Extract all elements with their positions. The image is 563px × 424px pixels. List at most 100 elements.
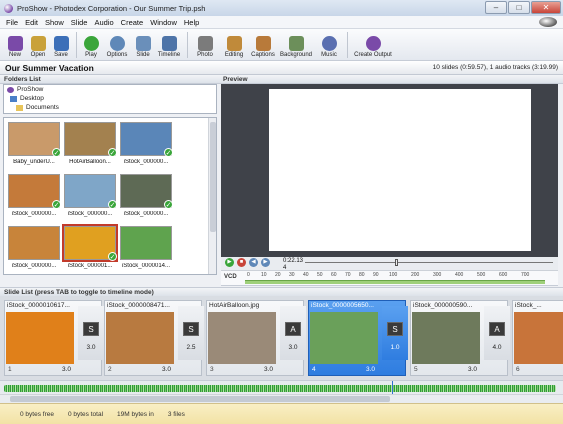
ruler-tick: 60: [331, 272, 337, 278]
previous-icon[interactable]: ◀: [249, 258, 258, 267]
ruler-tick: 10: [261, 272, 267, 278]
transition-item[interactable]: S 3.0: [78, 306, 104, 360]
transition-item[interactable]: A 3.0: [280, 306, 306, 360]
close-button[interactable]: ✕: [531, 1, 561, 14]
menu-window[interactable]: Window: [150, 18, 177, 27]
thumbnail-selected[interactable]: ✓ iStock_000001...: [62, 224, 118, 269]
check-icon: ✓: [52, 148, 61, 157]
transition-item[interactable]: S 2.5: [178, 306, 204, 360]
thumbnail[interactable]: ✓ Baby_underU...: [8, 122, 61, 165]
slide-label: Slide: [136, 52, 150, 58]
minimize-button[interactable]: –: [485, 1, 507, 14]
open-label: Open: [30, 52, 46, 58]
background-button[interactable]: Background: [278, 36, 314, 60]
save-disk-icon: [53, 36, 69, 51]
scrollbar-thumb[interactable]: [210, 122, 216, 232]
output-format-label: VCD: [224, 274, 237, 280]
new-button[interactable]: New: [4, 36, 26, 60]
thumbnail[interactable]: ✓ iStock_000000...: [120, 122, 173, 165]
position-slider[interactable]: [305, 259, 553, 266]
thumbnail-image: [8, 226, 60, 260]
options-button[interactable]: Options: [103, 36, 131, 60]
folder-desktop[interactable]: Desktop: [4, 94, 216, 103]
slide-duration: 3.0: [365, 366, 375, 373]
transition-duration: 3.0: [86, 344, 96, 351]
menu-edit[interactable]: Edit: [25, 18, 38, 27]
thumbnail[interactable]: ✓ iStock_000000...: [120, 174, 173, 217]
save-button[interactable]: Save: [50, 36, 72, 60]
folder-label: Documents: [26, 104, 59, 111]
audio-track[interactable]: [0, 380, 563, 395]
ruler-tick: 40: [303, 272, 309, 278]
folder-proshow[interactable]: ProShow: [4, 85, 216, 94]
captions-button[interactable]: Captions: [249, 36, 277, 60]
toolbar-separator: [187, 32, 188, 58]
menu-file[interactable]: File: [6, 18, 18, 27]
ruler-tick: 100: [389, 272, 398, 278]
transition-icon: A: [489, 322, 505, 336]
window-controls: – □ ✕: [484, 1, 561, 14]
timeline-button[interactable]: Timeline: [155, 36, 183, 60]
stop-icon[interactable]: ■: [237, 258, 246, 267]
create-output-button[interactable]: Create Output: [351, 36, 395, 60]
music-button[interactable]: Music: [315, 36, 343, 60]
slide-button[interactable]: Slide: [132, 36, 154, 60]
ruler-tick: 30: [289, 272, 295, 278]
window-title: ProShow - Photodex Corporation - Our Sum…: [17, 3, 206, 13]
slide-number: 6: [516, 366, 520, 373]
thumbnails-scrollbar[interactable]: [208, 118, 216, 274]
thumbnail-image: ✓: [64, 174, 117, 209]
slider-knob[interactable]: [395, 259, 398, 266]
editing-icon: [226, 36, 242, 51]
scrollbar-thumb[interactable]: [10, 396, 390, 402]
photo-button[interactable]: Photo: [191, 36, 219, 60]
menu-help[interactable]: Help: [184, 18, 199, 27]
slide-number: 2: [108, 366, 112, 373]
thumbnail-name: HotAirBalloon...: [69, 159, 111, 165]
play-icon[interactable]: ▶: [225, 258, 234, 267]
slide-duration: 3.0: [61, 366, 71, 373]
thumbnail-name: Baby_underU...: [13, 159, 55, 165]
thumbnail[interactable]: ✓ iStock_000000...: [64, 174, 117, 217]
menu-audio[interactable]: Audio: [94, 18, 113, 27]
proshow-icon: [7, 86, 14, 93]
check-icon: ✓: [108, 252, 117, 261]
thumbnail-name: iStock_000000...: [123, 211, 169, 217]
transition-item[interactable]: A 4.0: [484, 306, 510, 360]
thumbnail[interactable]: iStock_000000...: [8, 226, 60, 269]
ruler-tick: 50: [317, 272, 323, 278]
ruler-tick: 200: [411, 272, 420, 278]
thumbnail[interactable]: iStock_0000014...: [120, 226, 172, 269]
current-time: 0:22.13: [283, 258, 304, 264]
slide-item[interactable]: iStock_... 6: [512, 300, 563, 376]
thumbnail-image: ✓: [8, 174, 61, 209]
menu-show[interactable]: Show: [45, 18, 64, 27]
folders-tree: ProShow Desktop Documents: [3, 84, 217, 114]
music-icon: [321, 36, 337, 51]
slide-duration: 3.0: [467, 366, 477, 373]
play-button[interactable]: Play: [80, 36, 102, 60]
playhead[interactable]: [392, 381, 393, 395]
status-files: 3 files: [167, 410, 185, 418]
create-output-label: Create Output: [354, 52, 392, 58]
thumbnail[interactable]: ✓ iStock_000000...: [8, 174, 61, 217]
status-bar: 0 bytes free 0 bytes total 19M bytes in …: [0, 403, 563, 424]
transition-item[interactable]: S 1.0: [382, 306, 408, 360]
menu-create[interactable]: Create: [121, 18, 144, 27]
next-icon[interactable]: ▶: [261, 258, 270, 267]
open-button[interactable]: Open: [27, 36, 49, 60]
transition-duration: 3.0: [288, 344, 298, 351]
music-label: Music: [321, 52, 337, 58]
slide-thumbnail: [106, 312, 174, 364]
folder-documents[interactable]: Documents: [4, 103, 216, 112]
project-info: 10 slides (0:59.57), 1 audio tracks (3:1…: [432, 64, 558, 71]
toolbar-separator: [76, 32, 77, 58]
project-bar: Our Summer Vacation 10 slides (0:59.57),…: [0, 61, 563, 75]
editing-button[interactable]: Editing: [220, 36, 248, 60]
maximize-button[interactable]: □: [508, 1, 530, 14]
slide-list-scrollbar[interactable]: [0, 394, 563, 403]
menu-slide[interactable]: Slide: [71, 18, 88, 27]
photo-label: Photo: [197, 52, 213, 58]
preview-panel: [221, 84, 558, 257]
thumbnail[interactable]: ✓ HotAirBalloon...: [64, 122, 117, 165]
